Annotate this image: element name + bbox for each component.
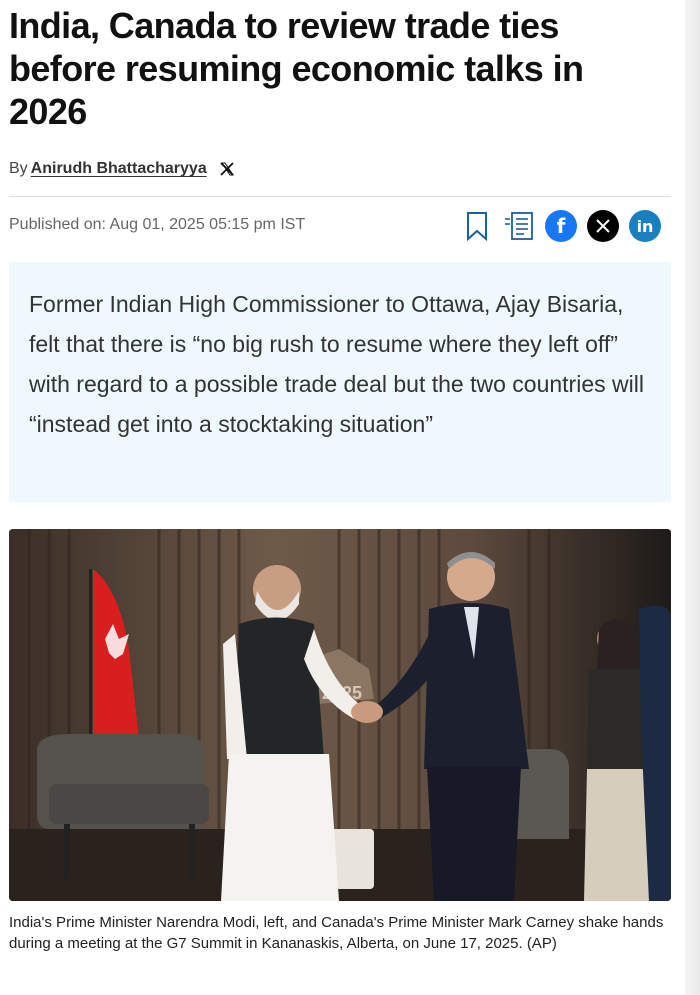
photo-caption: India's Prime Minister Narendra Modi, le… [9,914,664,952]
facebook-icon[interactable]: f [545,210,577,242]
byline-prefix: By [9,160,28,177]
linkedin-glyph: in [629,210,661,242]
share-bar: f in [461,210,661,242]
summary-text: Former Indian High Commissioner to Ottaw… [29,291,644,437]
divider [9,196,671,197]
listen-icon[interactable] [503,210,535,242]
published-date: Published on: Aug 01, 2025 05:15 pm IST [9,216,306,233]
author-link[interactable]: Anirudh Bhattacharyya [31,160,207,178]
summary-box: Former Indian High Commissioner to Ottaw… [9,262,671,502]
author-x-icon[interactable] [219,161,235,177]
linkedin-icon[interactable]: in [629,210,661,242]
article-page: India, Canada to review trade ties befor… [0,0,685,995]
x-circle [587,210,619,242]
article-photo[interactable]: 2025 [9,529,671,901]
article-headline: India, Canada to review trade ties befor… [9,5,584,132]
facebook-glyph: f [545,210,577,242]
photo-illustration: 2025 [9,529,671,901]
page-edge [685,0,700,995]
byline: By Anirudh Bhattacharyya [9,160,235,178]
bookmark-icon[interactable] [461,210,493,242]
x-share-icon[interactable] [587,210,619,242]
